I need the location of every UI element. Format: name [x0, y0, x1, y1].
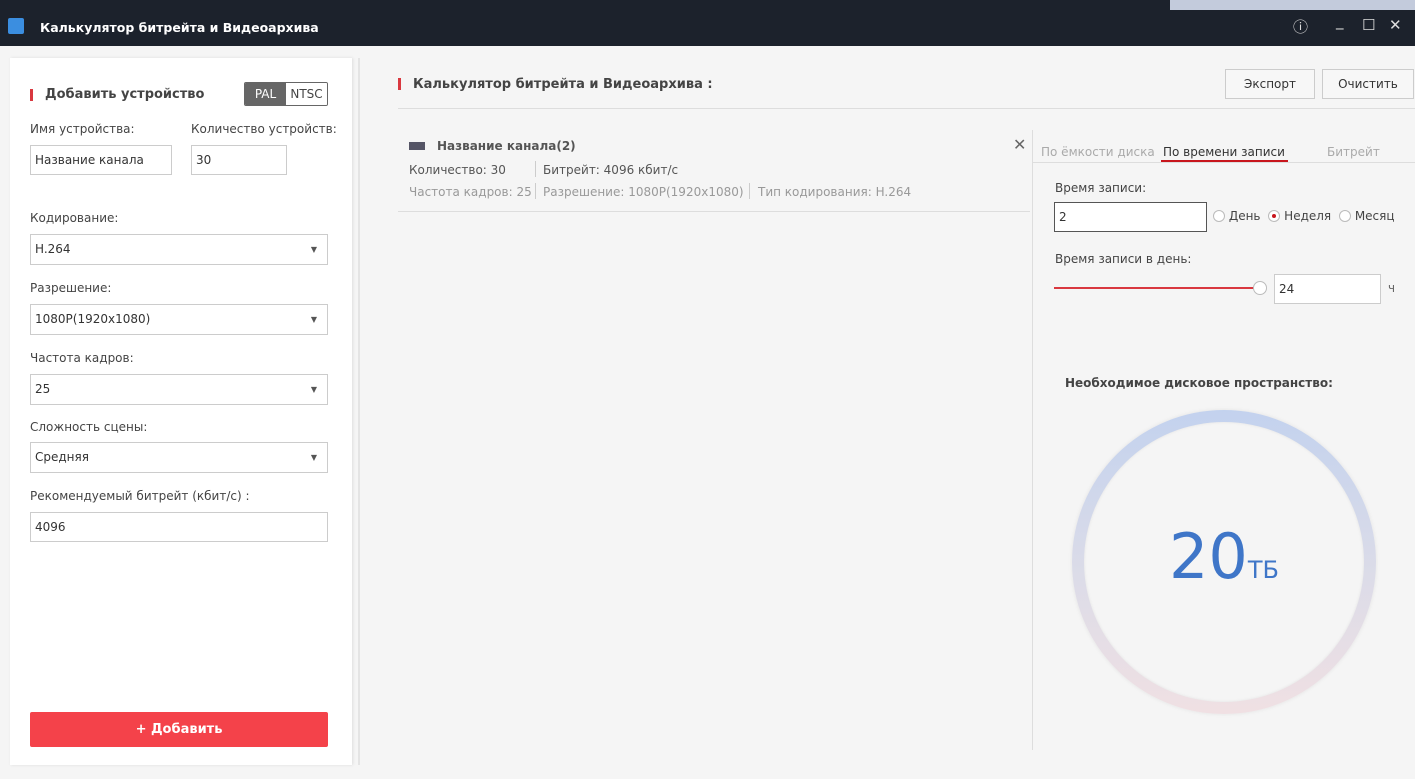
remove-channel-icon[interactable]: ✕ [1013, 135, 1026, 154]
device-name-input[interactable]: Название канала [30, 145, 172, 175]
add-button[interactable]: + Добавить [30, 712, 328, 747]
radio-month[interactable] [1338, 210, 1351, 222]
channel-encoding: Тип кодирования: H.264 [758, 185, 912, 199]
tab-bitrate[interactable]: Битрейт [1327, 145, 1380, 159]
fps-value: 25 [35, 382, 51, 396]
separator [535, 183, 536, 199]
chevron-down-icon: ▼ [310, 315, 317, 324]
per-day-label: Время записи в день: [1055, 252, 1192, 266]
header-divider [398, 108, 1415, 109]
section-marker [398, 78, 401, 90]
result-value: 20 [1168, 520, 1248, 593]
encoding-value: H.264 [35, 242, 71, 256]
radio-week[interactable] [1268, 210, 1281, 222]
chevron-down-icon: ▼ [310, 385, 317, 394]
main-title: Калькулятор битрейта и Видеоархива : [413, 77, 713, 92]
add-device-title: Добавить устройство [45, 87, 205, 102]
separator [749, 183, 750, 199]
maximize-icon[interactable]: ☐ [1362, 16, 1375, 34]
background-window [1170, 0, 1415, 10]
tab-record-time[interactable]: По времени записи [1163, 145, 1285, 159]
section-marker [30, 89, 33, 101]
video-standard-toggle[interactable]: PAL NTSC [244, 82, 328, 106]
radio-day-label: День [1228, 209, 1261, 223]
fps-label: Частота кадров: [30, 351, 134, 365]
fps-select[interactable]: 25 ▼ [30, 374, 328, 405]
channel-resolution: Разрешение: 1080P(1920x1080) [543, 185, 744, 199]
resolution-select[interactable]: 1080P(1920x1080) ▼ [30, 304, 328, 335]
device-name-label: Имя устройства: [30, 122, 135, 136]
record-time-label: Время записи: [1055, 181, 1147, 195]
panel-divider [358, 58, 360, 765]
radio-day[interactable] [1213, 210, 1225, 222]
chevron-down-icon: ▼ [310, 453, 317, 462]
result-display: 20ТБ [1072, 520, 1376, 593]
tab-disk-capacity[interactable]: По ёмкости диска [1041, 145, 1155, 159]
slider-fill [1054, 287, 1260, 289]
channel-divider [398, 211, 1030, 212]
pal-option[interactable]: PAL [245, 83, 286, 105]
chevron-down-icon: ▼ [310, 245, 317, 254]
window-title: Калькулятор битрейта и Видеоархива [40, 20, 319, 35]
result-label: Необходимое дисковое пространство: [1065, 376, 1333, 390]
clear-button[interactable]: Очистить [1322, 69, 1414, 99]
radio-month-label: Месяц [1354, 209, 1395, 223]
slider-handle[interactable] [1253, 281, 1267, 295]
resolution-label: Разрешение: [30, 281, 112, 295]
bitrate-label: Рекомендуемый битрейт (кбит/с) : [30, 489, 250, 503]
calculator-app-icon [8, 18, 24, 34]
encoding-label: Кодирование: [30, 211, 119, 225]
complexity-select[interactable]: Средняя ▼ [30, 442, 328, 473]
channel-bitrate: Битрейт: 4096 кбит/с [543, 163, 679, 177]
export-button[interactable]: Экспорт [1225, 69, 1315, 99]
bitrate-input[interactable]: 4096 [30, 512, 328, 542]
tabs-divider [1033, 162, 1415, 163]
result-unit: ТБ [1247, 556, 1280, 584]
unit-radio-group: День Неделя Месяц [1213, 209, 1395, 223]
per-day-input[interactable]: 24 [1274, 274, 1381, 304]
minimize-icon[interactable]: _ [1336, 12, 1344, 30]
radio-week-label: Неделя [1284, 209, 1332, 223]
separator [535, 161, 536, 177]
channel-name: Название канала(2) [437, 139, 576, 153]
complexity-label: Сложность сцены: [30, 420, 148, 434]
per-day-slider[interactable] [1054, 287, 1260, 289]
channel-fps: Частота кадров: 25 [409, 185, 532, 199]
camera-icon [409, 142, 425, 150]
close-icon[interactable]: ✕ [1389, 16, 1402, 34]
resolution-value: 1080P(1920x1080) [35, 312, 151, 326]
per-day-unit: ч [1388, 281, 1396, 295]
ntsc-option[interactable]: NTSC [286, 83, 327, 105]
encoding-select[interactable]: H.264 ▼ [30, 234, 328, 265]
complexity-value: Средняя [35, 450, 89, 464]
count-label: Количество устройств: [191, 122, 337, 136]
device-count-input[interactable]: 30 [191, 145, 287, 175]
record-time-input[interactable]: 2 [1054, 202, 1207, 232]
results-divider [1032, 130, 1033, 750]
channel-count: Количество: 30 [409, 163, 506, 177]
info-icon[interactable]: ⓘ [1293, 16, 1308, 37]
